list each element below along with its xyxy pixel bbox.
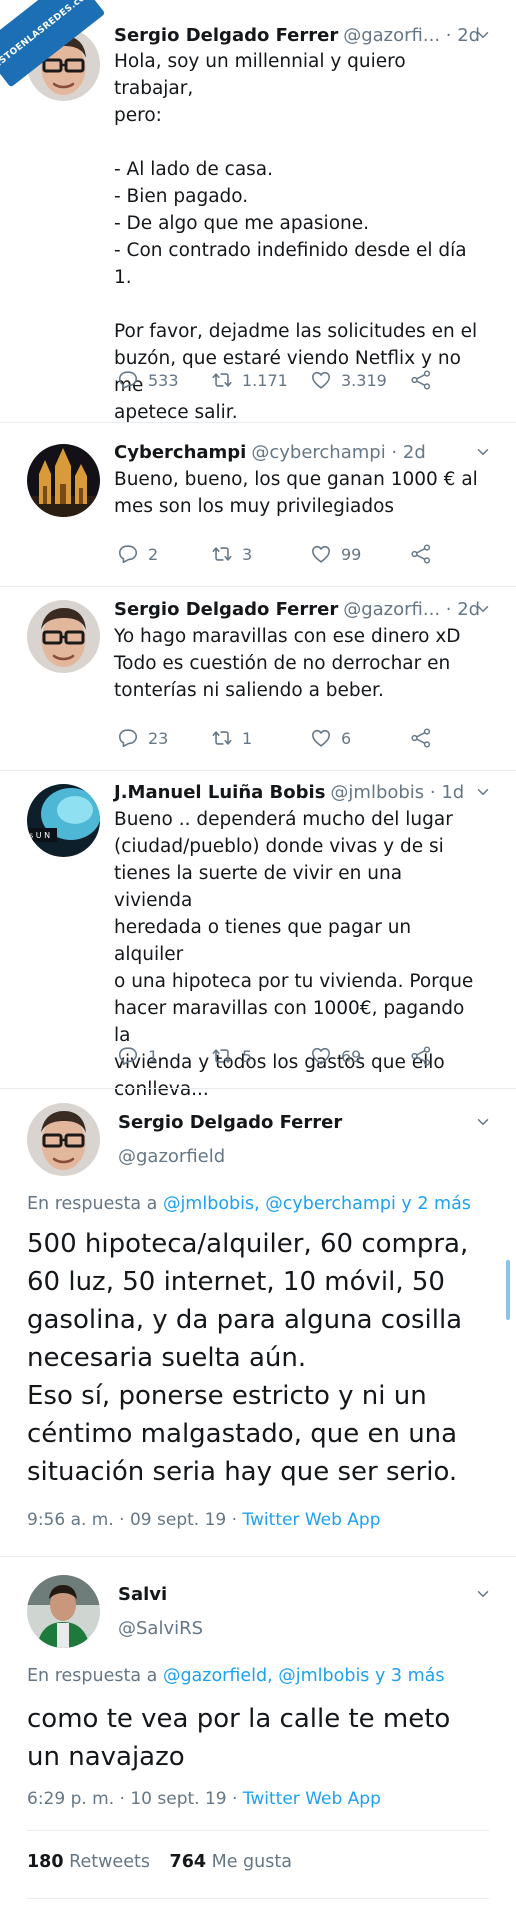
share-icon — [410, 727, 432, 749]
share-icon — [410, 1045, 432, 1067]
avatar[interactable] — [27, 600, 100, 673]
likes-stat[interactable]: 764 Me gusta — [170, 1852, 292, 1872]
source-app-link[interactable]: Twitter Web App — [242, 1510, 380, 1530]
author-handle[interactable]: @SalviRS — [118, 1618, 203, 1639]
reply-button[interactable]: 1 — [117, 1045, 158, 1067]
reply-icon — [117, 369, 139, 391]
likes-count: 764 — [169, 1852, 207, 1872]
reply-context: En respuesta a @gazorfield, @jmlbobis y … — [27, 1666, 444, 1686]
reply-button[interactable]: 23 — [117, 727, 168, 749]
reply-context: En respuesta a @jmlbobis, @cyberchampi y… — [27, 1194, 471, 1214]
reply-button[interactable]: 2 — [117, 543, 158, 565]
source-app-link[interactable]: Twitter Web App — [243, 1789, 381, 1809]
divider — [0, 586, 516, 587]
retweet-icon — [211, 1045, 233, 1067]
author-name[interactable]: J.Manuel Luiña Bobis — [114, 782, 325, 803]
divider — [0, 770, 516, 771]
like-button[interactable]: 99 — [310, 543, 361, 565]
reply-icon — [117, 727, 139, 749]
tweet-text: como te vea por la calle te meto un nava… — [27, 1704, 451, 1772]
chevron-down-icon[interactable] — [474, 1113, 492, 1131]
retweet-button[interactable]: 1 — [211, 727, 252, 749]
reply-prefix: En respuesta a — [27, 1666, 163, 1686]
retweets-count: 180 — [27, 1852, 64, 1872]
tweet-text: Bueno, bueno, los que ganan 1000 € al me… — [114, 469, 478, 517]
like-button[interactable]: 6 — [310, 727, 351, 749]
reply-icon — [117, 1045, 139, 1067]
author-handle[interactable]: @cyberchampi · 2d — [251, 442, 425, 463]
retweets-stat[interactable]: 180 Retweets — [27, 1852, 150, 1872]
divider — [27, 1898, 489, 1899]
like-icon — [310, 369, 332, 391]
chevron-down-icon[interactable] — [474, 443, 492, 461]
retweet-count: 3 — [242, 544, 253, 564]
timestamp[interactable]: 6:29 p. m. · 10 sept. 19 · — [27, 1789, 243, 1809]
reply-count: 23 — [148, 728, 169, 748]
chevron-down-icon[interactable] — [474, 600, 492, 618]
chevron-down-icon[interactable] — [474, 1585, 492, 1603]
tweet-text: 500 hipoteca/alquiler, 60 compra, 60 luz… — [27, 1229, 469, 1487]
author-handle[interactable]: @gazorfi... · 2d — [343, 599, 480, 620]
avatar[interactable] — [27, 784, 100, 857]
share-button[interactable] — [410, 727, 441, 749]
like-count: 3.319 — [341, 370, 387, 390]
share-button[interactable] — [410, 1045, 441, 1067]
reply-count: 1 — [148, 1046, 159, 1066]
tweet-text: Yo hago maravillas con ese dinero xD Tod… — [114, 626, 461, 701]
reply-mentions-link[interactable]: @gazorfield, @jmlbobis y 3 más — [163, 1666, 445, 1686]
like-count: 99 — [341, 544, 362, 564]
author-handle[interactable]: @gazorfi... · 2d — [343, 25, 480, 46]
author-handle[interactable]: @gazorfield — [118, 1146, 225, 1167]
retweets-label: Retweets — [69, 1852, 150, 1872]
reply-prefix: En respuesta a — [27, 1194, 163, 1214]
divider — [0, 422, 516, 423]
like-icon — [310, 1045, 332, 1067]
divider — [0, 1556, 516, 1557]
author-name[interactable]: Salvi — [118, 1584, 167, 1605]
avatar[interactable] — [27, 1103, 100, 1176]
author-name[interactable]: Sergio Delgado Ferrer — [114, 25, 338, 46]
share-button[interactable] — [410, 543, 441, 565]
retweet-icon — [211, 727, 233, 749]
like-button[interactable]: 69 — [310, 1045, 361, 1067]
author-name[interactable]: Cyberchampi — [114, 442, 246, 463]
reply-count: 533 — [148, 370, 179, 390]
tweet-meta: 6:29 p. m. · 10 sept. 19 · Twitter Web A… — [27, 1789, 381, 1809]
like-count: 6 — [341, 728, 352, 748]
author-handle[interactable]: @jmlbobis · 1d — [330, 782, 464, 803]
retweet-count: 5 — [242, 1046, 253, 1066]
reply-button[interactable]: 533 — [117, 369, 179, 391]
share-icon — [410, 369, 432, 391]
tweet-meta: 9:56 a. m. · 09 sept. 19 · Twitter Web A… — [27, 1510, 381, 1530]
retweet-button[interactable]: 1.171 — [211, 369, 288, 391]
retweet-count: 1.171 — [242, 370, 288, 390]
reply-icon — [117, 543, 139, 565]
retweet-button[interactable]: 3 — [211, 543, 252, 565]
avatar[interactable] — [27, 1575, 100, 1648]
retweet-button[interactable]: 5 — [211, 1045, 252, 1067]
divider — [0, 1088, 516, 1089]
share-button[interactable] — [410, 369, 441, 391]
reply-mentions-link[interactable]: @jmlbobis, @cyberchampi y 2 más — [163, 1194, 471, 1214]
retweet-icon — [211, 543, 233, 565]
like-icon — [310, 727, 332, 749]
share-icon — [410, 543, 432, 565]
author-name[interactable]: Sergio Delgado Ferrer — [114, 599, 338, 620]
chevron-down-icon[interactable] — [474, 783, 492, 801]
timestamp[interactable]: 9:56 a. m. · 09 sept. 19 · — [27, 1510, 242, 1530]
divider — [27, 1830, 489, 1831]
reply-count: 2 — [148, 544, 159, 564]
chevron-down-icon[interactable] — [474, 26, 492, 44]
retweet-icon — [211, 369, 233, 391]
avatar[interactable] — [27, 444, 100, 517]
like-button[interactable]: 3.319 — [310, 369, 387, 391]
tweet-stats: 180 Retweets 764 Me gusta — [27, 1852, 292, 1872]
like-icon — [310, 543, 332, 565]
scrollbar[interactable] — [506, 1260, 510, 1320]
retweet-count: 1 — [242, 728, 253, 748]
author-name[interactable]: Sergio Delgado Ferrer — [118, 1112, 342, 1133]
likes-label: Me gusta — [211, 1852, 292, 1872]
like-count: 69 — [341, 1046, 362, 1066]
